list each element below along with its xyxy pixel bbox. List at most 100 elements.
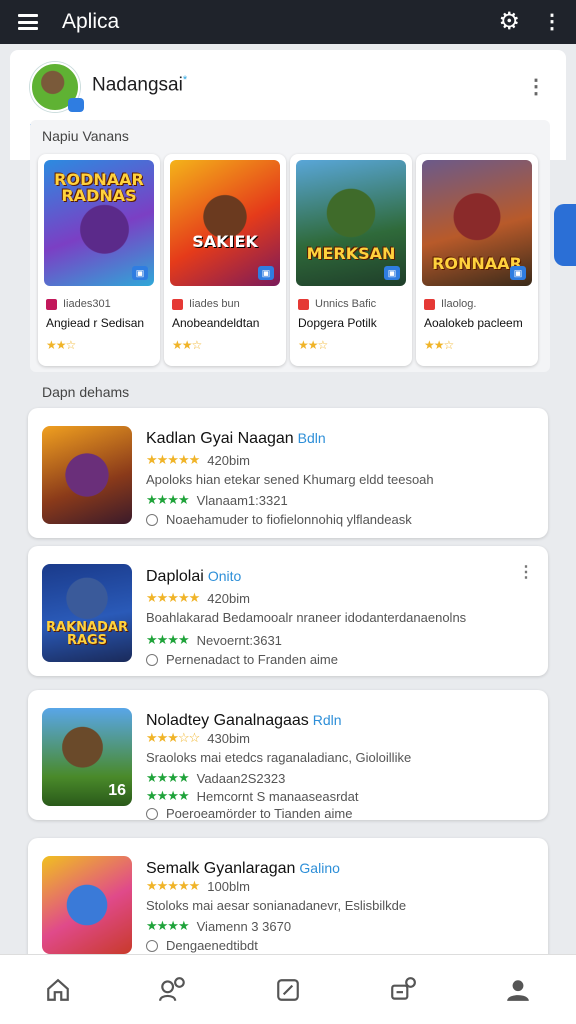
secondary-text: Vadaan2S2323 xyxy=(196,770,286,786)
rating-stars: ★★☆ xyxy=(46,338,76,352)
featured-meta: Iiades301 xyxy=(46,298,111,310)
featured-label: Napiu Vanans xyxy=(42,128,129,144)
list-tag: Rdln xyxy=(312,712,342,728)
secondary-rating-row: ★★★★ Vadaan2S2323 xyxy=(146,770,285,786)
category-icon xyxy=(172,298,183,310)
note-row: Noaehamuder to fiofielonnohiq ylflandeas… xyxy=(146,512,412,527)
list-thumbnail xyxy=(42,426,132,524)
rating-stars: ★★☆ xyxy=(172,338,202,352)
badge-icon: ▣ xyxy=(132,266,148,280)
list-title-text: Daplolai xyxy=(146,568,204,585)
note-text: Noaehamuder to fiofielonnohiq ylflandeas… xyxy=(166,512,412,527)
rating-stars: ★★☆ xyxy=(424,338,454,352)
app-bar: Aplica ⚙ ⋮ xyxy=(0,0,576,44)
list-title: Noladtey Ganalnagaas Rdln xyxy=(146,712,342,730)
featured-thumbnail: RODNAAR RADNAS ▣ xyxy=(44,160,154,286)
badge-icon: ▣ xyxy=(384,266,400,280)
list-tag: Galino xyxy=(299,860,340,876)
profile-name: Nadangsai* xyxy=(92,74,187,96)
description: Stoloks mai aesar sonianadanevr, Eslisbi… xyxy=(146,898,407,913)
list-thumbnail: 16 xyxy=(42,708,132,806)
featured-card[interactable]: RODNAAR RADNAS ▣ Iiades301 Angiead r Sed… xyxy=(38,154,160,366)
notifications-icon[interactable] xyxy=(378,965,428,1015)
rating-count: 420bim xyxy=(207,452,250,468)
extra-stars: ★★★★ xyxy=(146,788,190,803)
app-title: Aplica xyxy=(62,10,120,33)
rating-stars: ★★☆ xyxy=(298,338,328,352)
featured-section: Napiu Vanans RODNAAR RADNAS ▣ Iiades301 … xyxy=(30,120,550,372)
list-title: Semalk Gyanlaragan Galino xyxy=(146,860,340,878)
badge-icon: ▣ xyxy=(258,266,274,280)
featured-thumbnail: SAKIEK ▣ xyxy=(170,160,280,286)
list-title-text: Semalk Gyanlaragan xyxy=(146,860,296,877)
featured-title: Aoalokeb pacleem xyxy=(424,316,523,330)
check-circle-icon xyxy=(146,939,158,952)
list-title-text: Kadlan Gyai Naagan xyxy=(146,430,294,447)
list-title: Kadlan Gyai Naagan Bdln xyxy=(146,430,326,448)
avatar-badge xyxy=(68,98,84,112)
rating-row: ★★★★★ 420bim xyxy=(146,452,250,468)
rating-stars: ★★★★★ xyxy=(146,878,200,893)
profile-more-icon[interactable]: ⋮ xyxy=(526,74,546,99)
main-content[interactable]: Nadangsai* ⋮ Napiu Vanans RODNAAR RADNAS… xyxy=(0,44,576,954)
secondary-text: Vlanaam1:3321 xyxy=(196,492,288,508)
featured-title: Angiead r Sedisan xyxy=(46,316,145,330)
list-item[interactable]: Kadlan Gyai Naagan Bdln ★★★★★ 420bim Apolo… xyxy=(28,408,548,538)
list-item[interactable]: 16 Noladtey Ganalnagaas Rdln ★★★☆☆ 430bim … xyxy=(28,690,548,821)
check-circle-icon xyxy=(146,653,158,666)
rating-count: 100blm xyxy=(207,878,250,894)
next-item-peek[interactable] xyxy=(554,204,576,266)
check-circle-icon xyxy=(146,807,158,820)
featured-thumbnail: RONNAAR ▣ xyxy=(422,160,532,286)
secondary-rating-row: ★★★★ Vlanaam1:3321 xyxy=(146,492,288,508)
rating-stars: ★★★☆☆ xyxy=(146,730,200,745)
menu-icon[interactable] xyxy=(18,14,38,30)
featured-logo: SAKIEK xyxy=(192,232,258,251)
featured-title: Anobeandeldtan xyxy=(172,316,260,330)
description: Boahlakarad Bedamooalr nraneer idodanter… xyxy=(146,610,467,625)
list-item[interactable]: Semalk Gyanlaragan Galino ★★★★★ 100blm Sto… xyxy=(28,838,548,954)
people-icon[interactable] xyxy=(148,965,198,1015)
featured-meta-text: Iiades bun xyxy=(189,298,240,310)
more-vertical-icon[interactable]: ⋮ xyxy=(542,12,562,32)
list-title: Daplolai Onito xyxy=(146,568,241,586)
check-circle-icon xyxy=(146,513,158,526)
note-text: Poeroeamörder to Tianden aime xyxy=(166,806,353,821)
note-row: Poeroeamörder to Tianden aime xyxy=(146,806,352,821)
featured-card[interactable]: SAKIEK ▣ Iiades bun Anobeandeldtan ★★☆ xyxy=(164,154,286,366)
edit-icon[interactable] xyxy=(263,965,313,1015)
rating-row: ★★★★★ 100blm xyxy=(146,878,250,894)
extra-rating-row: ★★★★ Hemcornt S manaaseasrdat xyxy=(146,788,358,804)
featured-meta: Iiades bun xyxy=(172,298,240,310)
gear-icon[interactable]: ⚙ xyxy=(498,10,520,34)
note-row: Dengaenedtibdt xyxy=(146,938,258,953)
rating-stars: ★★★★★ xyxy=(146,452,200,467)
badge-icon: ▣ xyxy=(510,266,526,280)
featured-card[interactable]: MERKSAN ▣ Unnics Bafic Dopgera Potilk ★★… xyxy=(290,154,412,366)
rating-count: 420bim xyxy=(207,590,250,606)
list-thumbnail: RAKNADAR RAGS xyxy=(42,564,132,662)
profile-icon[interactable] xyxy=(493,965,543,1015)
home-icon[interactable] xyxy=(33,965,83,1015)
featured-meta: Ilaolog. xyxy=(424,298,476,310)
secondary-rating-row: ★★★★ Nevoernt:3631 xyxy=(146,632,282,648)
list-logo: RAKNADAR RAGS xyxy=(46,619,128,649)
secondary-stars: ★★★★ xyxy=(146,770,190,785)
note-text: Pernenadact to Franden aime xyxy=(166,652,338,667)
category-icon xyxy=(298,298,309,310)
category-icon xyxy=(424,298,435,310)
list-tag: Onito xyxy=(207,568,242,584)
featured-meta-text: Ilaolog. xyxy=(441,298,477,310)
featured-logo: MERKSAN xyxy=(306,244,396,263)
rating-row: ★★★★★ 420bim xyxy=(146,590,250,606)
profile-name-text: Nadangsai xyxy=(92,74,183,96)
more-vertical-icon[interactable]: ⋮ xyxy=(518,562,534,582)
featured-card[interactable]: RONNAAR ▣ Ilaolog. Aoalokeb pacleem ★★☆ xyxy=(416,154,538,366)
list-item[interactable]: RAKNADAR RAGS Daplolai Onito ⋮ ★★★★★ 420bi… xyxy=(28,546,548,676)
note-row: Pernenadact to Franden aime xyxy=(146,652,338,667)
bottom-navigation xyxy=(0,954,576,1024)
featured-logo: RODNAAR RADNAS xyxy=(54,170,144,205)
list-label: Dapn dehams xyxy=(42,384,130,400)
featured-thumbnail: MERKSAN ▣ xyxy=(296,160,406,286)
secondary-text: Nevoernt:3631 xyxy=(196,632,282,648)
